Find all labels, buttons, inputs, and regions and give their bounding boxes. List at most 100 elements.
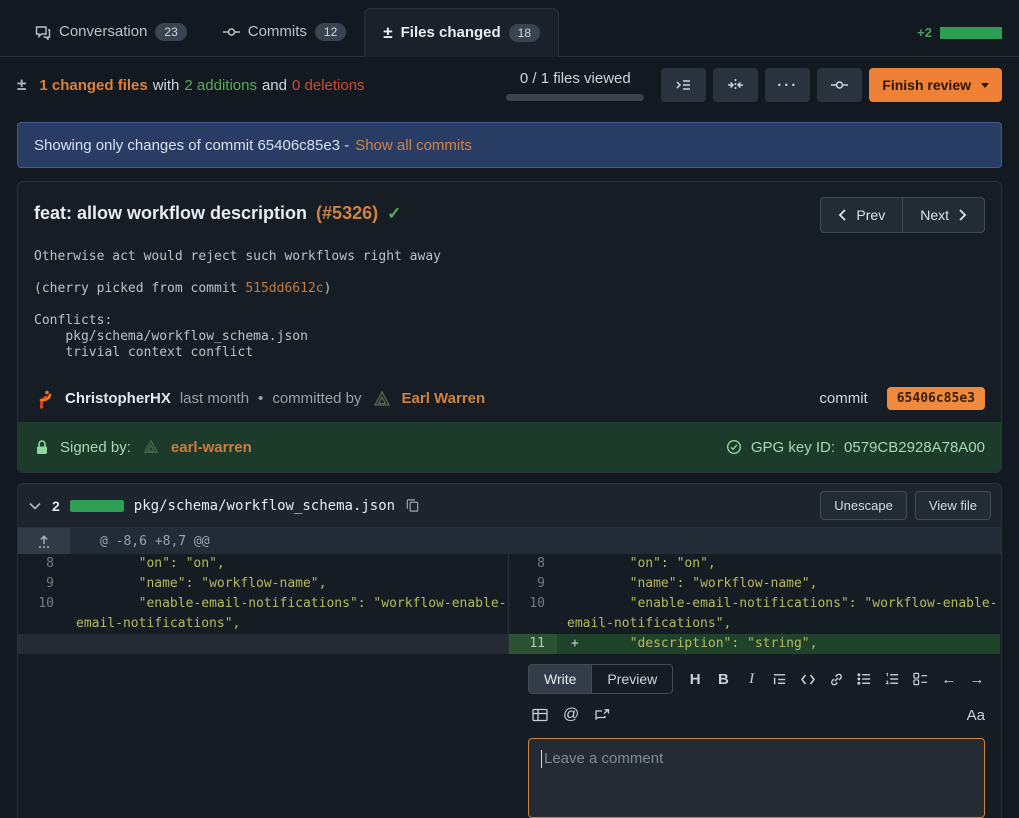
line-content: "on": "on", [557, 554, 1000, 574]
line-number: 10 [509, 594, 557, 634]
file-diff-bar [70, 500, 124, 512]
next-commit-button[interactable]: Next [902, 197, 985, 233]
tab-preview[interactable]: Preview [591, 665, 672, 693]
deletions-count: 0 deletions [292, 77, 365, 94]
dot-separator: • [258, 390, 263, 407]
commit-options-button[interactable] [817, 68, 862, 102]
conflicts-block: Conflicts: pkg/schema/workflow_schema.js… [34, 313, 985, 361]
tab-write[interactable]: Write [529, 665, 591, 693]
diff-file-box: 2 pkg/schema/workflow_schema.json Unesca… [17, 483, 1002, 818]
unescape-button[interactable]: Unescape [820, 491, 907, 520]
diff-line[interactable]: 8 "on": "on", [509, 554, 1000, 574]
commit-title: feat: allow workflow description (#5326)… [34, 197, 401, 224]
files-changed-count-badge: 18 [509, 24, 540, 42]
mention-icon[interactable]: @ [563, 706, 579, 724]
signer-name[interactable]: earl-warren [171, 439, 252, 456]
ordered-list-icon[interactable] [884, 672, 900, 686]
signed-by-label: Signed by: [60, 439, 131, 456]
view-file-button[interactable]: View file [915, 491, 991, 520]
file-header: 2 pkg/schema/workflow_schema.json Unesca… [18, 484, 1001, 528]
diff-added-line[interactable]: 11 "description": "string",+ [509, 634, 1000, 654]
tab-files-changed-label: Files changed [401, 24, 501, 41]
commit-message: Otherwise act would reject such workflow… [18, 233, 1001, 379]
diff-line[interactable]: 10 "enable-email-notifications": "workfl… [509, 594, 1000, 634]
files-viewed: 0 / 1 files viewed [506, 68, 644, 101]
prev-commit-button[interactable]: Prev [820, 197, 903, 233]
files-viewed-label: 0 / 1 files viewed [520, 70, 631, 87]
commit-hash-badge[interactable]: 65406c85e3 [887, 387, 985, 410]
heading-icon[interactable]: H [687, 671, 703, 688]
reference-icon[interactable] [594, 708, 610, 722]
author-avatar[interactable] [34, 388, 56, 410]
signer-avatar[interactable] [141, 437, 161, 457]
bold-icon[interactable]: B [715, 671, 731, 688]
diff-stat: +2 [917, 25, 1002, 40]
verified-icon [726, 439, 742, 455]
committer-avatar[interactable] [371, 388, 393, 410]
commit-message-line: Otherwise act would reject such workflow… [34, 249, 985, 265]
arrow-right-icon[interactable]: → [969, 671, 985, 688]
diff-line[interactable]: 9 "name": "workflow-name", [18, 574, 508, 594]
arrow-left-icon[interactable]: ← [941, 671, 957, 688]
unordered-list-icon[interactable] [856, 672, 872, 686]
finish-review-label: Finish review [882, 77, 971, 93]
ellipsis-icon: ··· [777, 77, 798, 94]
inline-comment-form: Write Preview H B I [18, 654, 1001, 818]
table-icon[interactable] [532, 708, 548, 722]
conversation-icon [35, 24, 51, 40]
tab-commits[interactable]: Commits 12 [205, 7, 365, 56]
addition-sign: + [571, 634, 579, 654]
diff-placeholder-line [18, 634, 508, 654]
line-content: "name": "workflow-name", [66, 574, 508, 594]
commit-title-text: feat: allow workflow description [34, 203, 307, 224]
line-content: "description": "string",+ [557, 634, 1000, 654]
line-number: 9 [509, 574, 557, 594]
diff-summary-row: ± 1 changed files with 2 additions and 0… [0, 57, 1019, 113]
file-tree-toggle-button[interactable] [661, 68, 706, 102]
check-icon: ✓ [387, 204, 401, 224]
diff-line[interactable]: 10 "enable-email-notifications": "workfl… [18, 594, 508, 634]
pr-tab-bar: Conversation 23 Commits 12 ± Files chang… [0, 0, 1019, 57]
collapse-file-icon[interactable] [28, 501, 42, 511]
diff-line[interactable]: 8 "on": "on", [18, 554, 508, 574]
issue-reference-link[interactable]: (#5326) [316, 203, 378, 224]
lock-icon [34, 439, 50, 456]
cherry-pick-hash-link[interactable]: 515dd6612c [245, 281, 323, 296]
line-content: "on": "on", [66, 554, 508, 574]
diff-line[interactable]: 9 "name": "workflow-name", [509, 574, 1000, 594]
file-path[interactable]: pkg/schema/workflow_schema.json [134, 498, 395, 514]
split-view-toggle-button[interactable] [713, 68, 758, 102]
line-number: 8 [18, 554, 66, 574]
line-content: "enable-email-notifications": "workflow-… [66, 594, 508, 634]
finish-review-button[interactable]: Finish review [869, 68, 1002, 102]
line-number: 8 [509, 554, 557, 574]
author-name[interactable]: ChristopherHX [65, 390, 171, 407]
next-label: Next [920, 207, 949, 223]
comment-textarea[interactable]: Leave a comment [528, 738, 985, 818]
text-mode-toggle[interactable]: Aa [967, 707, 985, 724]
task-list-icon[interactable] [913, 672, 929, 686]
tab-conversation[interactable]: Conversation 23 [17, 7, 205, 56]
copy-path-icon[interactable] [405, 498, 420, 513]
changed-files-count: 1 changed files [39, 77, 147, 94]
committer-name[interactable]: Earl Warren [402, 390, 486, 407]
line-number: 10 [18, 594, 66, 634]
code-icon[interactable] [800, 673, 816, 686]
commits-count-badge: 12 [315, 23, 346, 41]
italic-icon[interactable]: I [744, 671, 760, 688]
gpg-key-label: GPG key ID: [751, 439, 835, 456]
diff-stat-bar [940, 27, 1002, 39]
more-options-button[interactable]: ··· [765, 68, 810, 102]
line-number: 11 [509, 634, 557, 654]
file-change-count: 2 [52, 498, 60, 514]
link-icon[interactable] [828, 672, 844, 687]
diff-icon: ± [17, 75, 26, 95]
line-content: "enable-email-notifications": "workflow-… [557, 594, 1000, 634]
expand-hunk-button[interactable] [18, 528, 70, 554]
show-all-commits-link[interactable]: Show all commits [355, 137, 472, 154]
quote-icon[interactable] [772, 672, 788, 687]
comment-placeholder: Leave a comment [544, 750, 663, 767]
tab-files-changed[interactable]: ± Files changed 18 [364, 8, 559, 57]
editor-toolbar-secondary: @ Aa [528, 706, 985, 724]
signed-commit-row: Signed by: earl-warren GPG key ID: 0579C… [18, 422, 1001, 472]
